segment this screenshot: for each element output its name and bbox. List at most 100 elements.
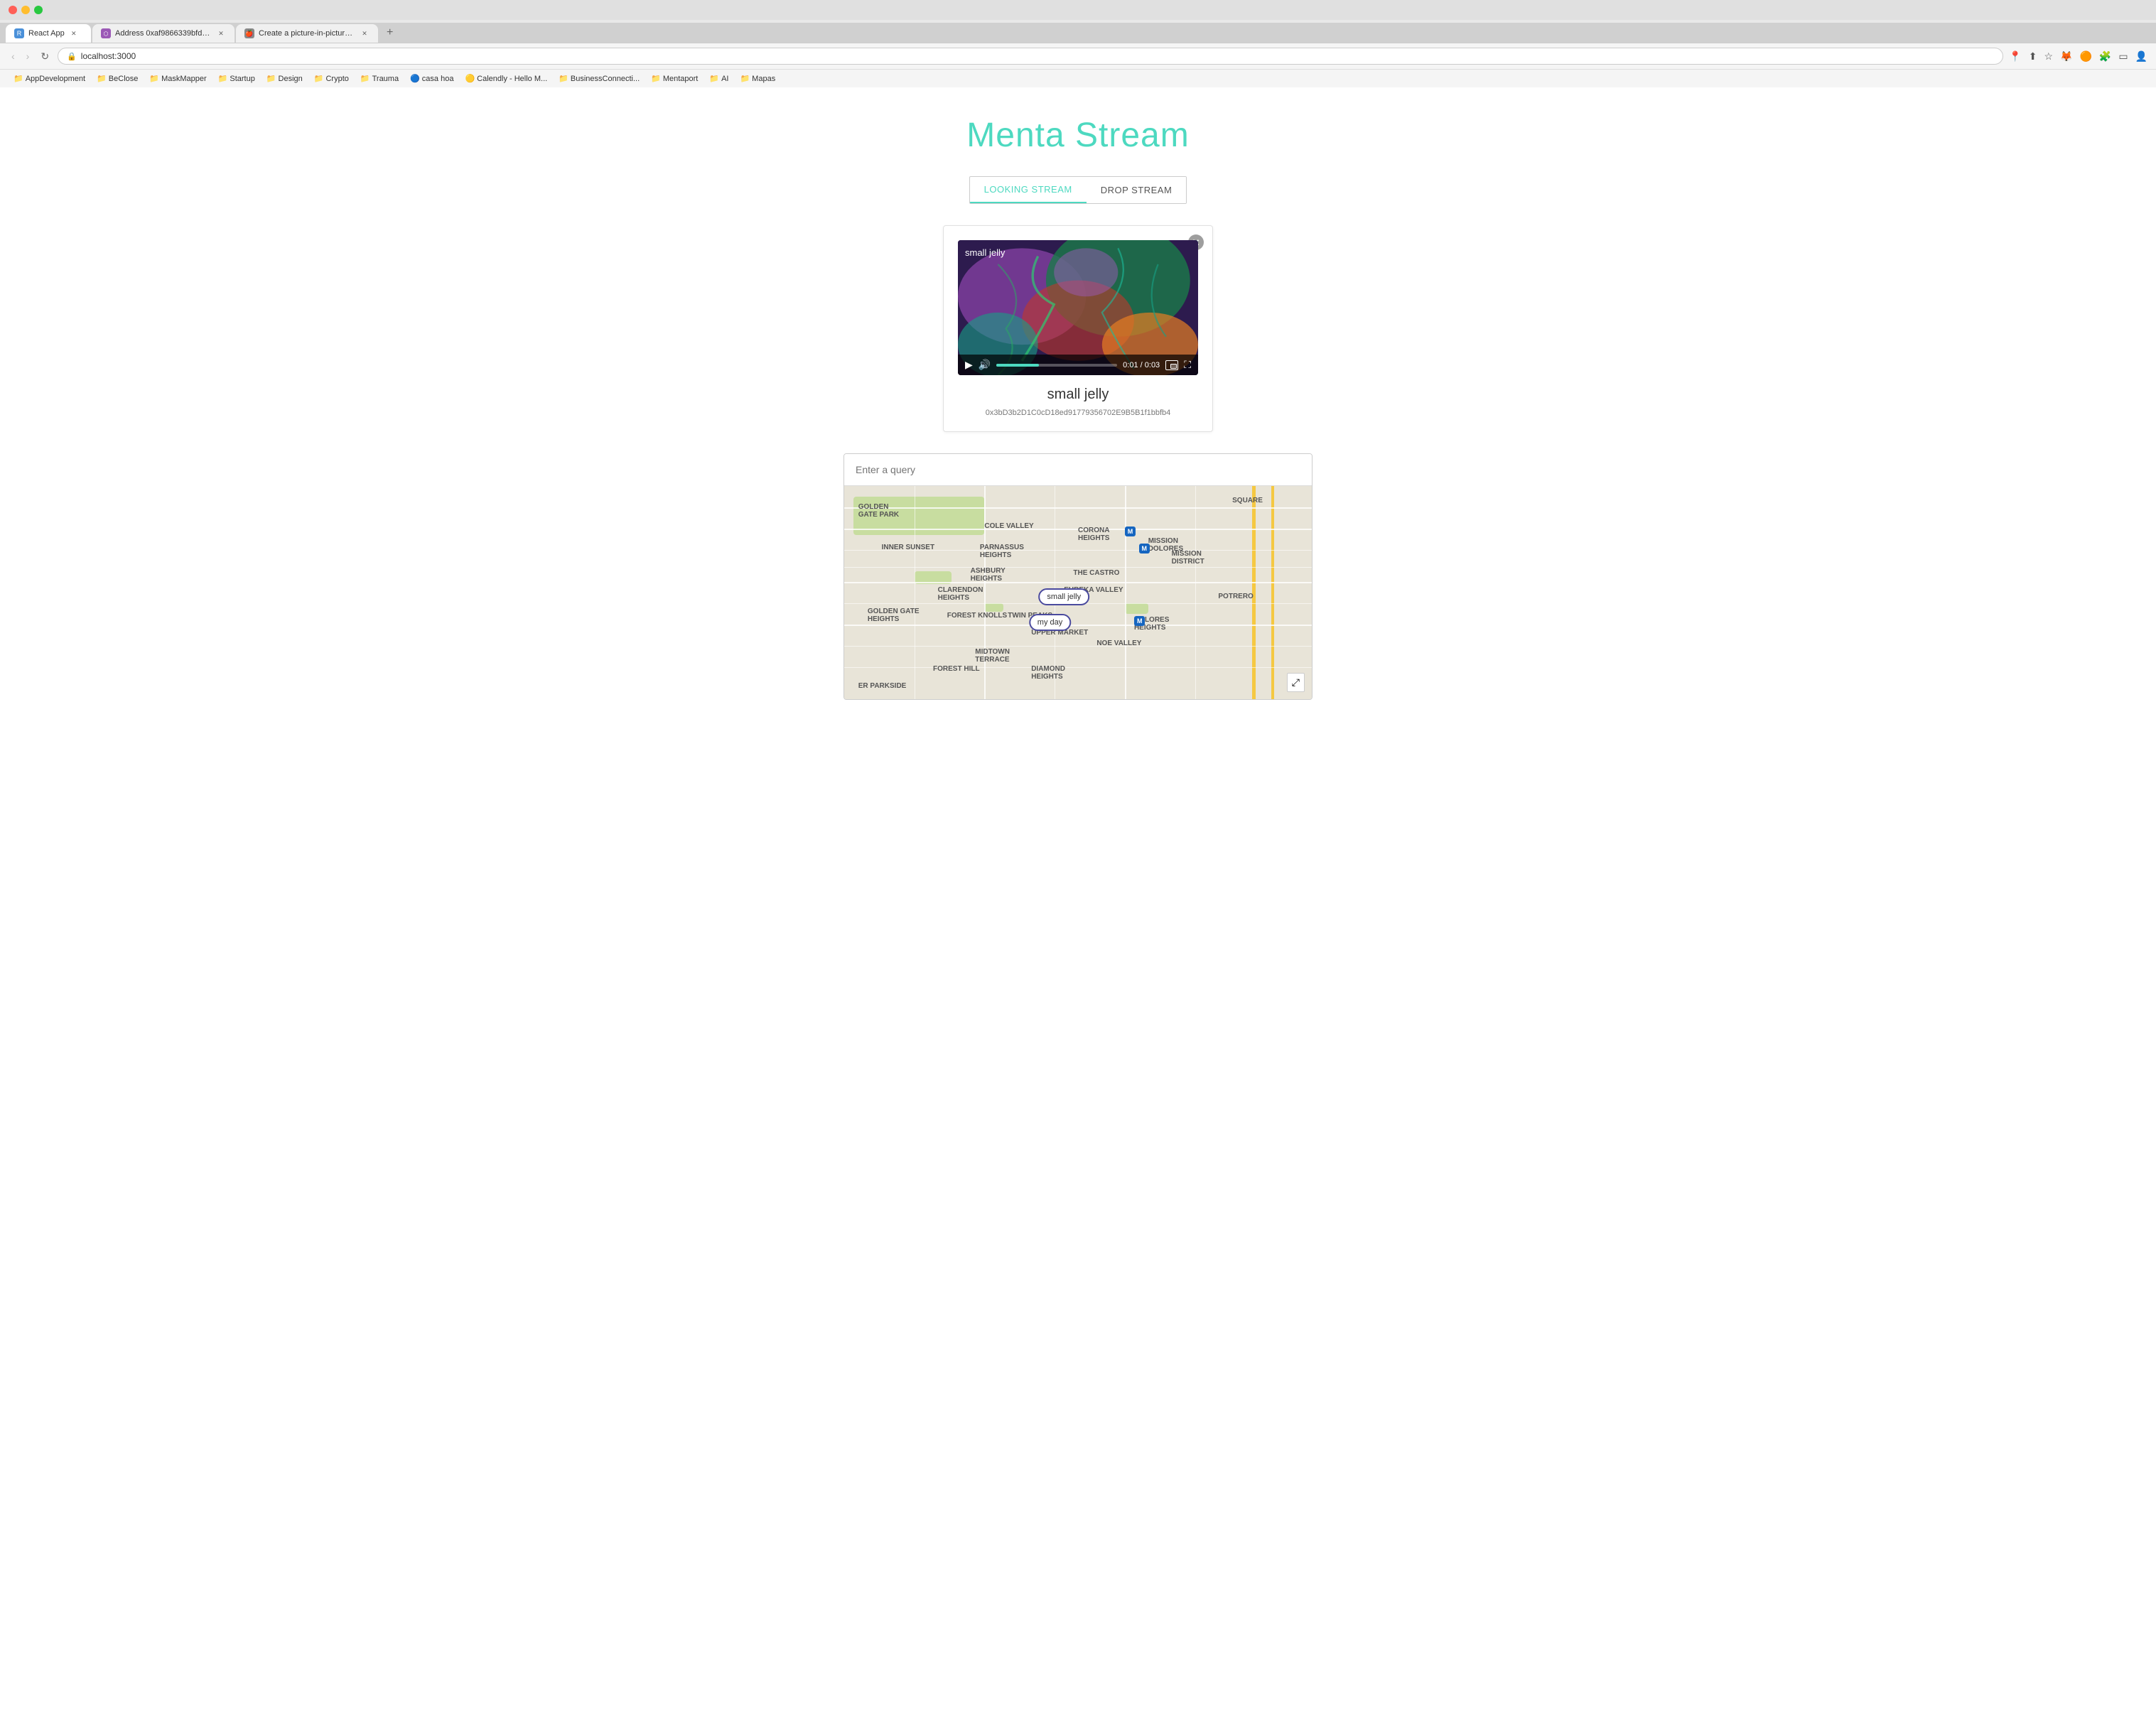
folder-icon: 📁 xyxy=(97,74,107,83)
map-label-ashbury: ASHBURYHEIGHTS xyxy=(971,567,1006,583)
bookmark-design[interactable]: 📁 Design xyxy=(262,72,308,85)
map-container: GOLDENGATE PARK COLE VALLEY CORONAHEIGHT… xyxy=(844,486,1312,699)
bookmark-label: casa hoa xyxy=(422,75,454,83)
map-label-cole: COLE VALLEY xyxy=(984,522,1033,530)
extension-icon3[interactable]: 🧩 xyxy=(2099,50,2111,63)
map-label-square: SQUARE xyxy=(1232,497,1263,504)
metro-m1: M xyxy=(1125,526,1136,536)
location-label-wrapper: Location xyxy=(844,454,1312,486)
bookmark-crypto[interactable]: 📁 Crypto xyxy=(309,72,354,85)
traffic-light-red[interactable] xyxy=(9,6,17,14)
bookmark-label: Calendly - Hello M... xyxy=(477,75,547,83)
url-lock-icon: 🔒 xyxy=(67,52,77,61)
marker-small-jelly[interactable]: small jelly xyxy=(1038,588,1089,605)
sidebar-icon[interactable]: ▭ xyxy=(2118,50,2128,63)
url-bar[interactable]: 🔒 localhost:3000 xyxy=(58,48,2003,65)
traffic-light-yellow[interactable] xyxy=(21,6,30,14)
stream-name: small jelly xyxy=(958,387,1198,403)
play-button[interactable]: ▶ xyxy=(965,359,973,371)
marker-my-day[interactable]: my day xyxy=(1029,614,1071,631)
new-tab-button[interactable]: + xyxy=(379,23,400,43)
fullscreen-button[interactable]: ⛶ xyxy=(1184,359,1191,371)
tab-pip[interactable]: 🍎 Create a picture-in-picture effe... ✕ xyxy=(236,24,378,43)
toolbar-icons: 📍 ⬆ ☆ 🦊 🟠 🧩 ▭ 👤 xyxy=(2009,50,2147,63)
bookmarks-bar: 📁 AppDevelopment 📁 BeClose 📁 MaskMapper … xyxy=(0,69,2156,87)
map-fullscreen-button[interactable]: ⤢ xyxy=(1287,673,1305,692)
bookmark-appdevelopment[interactable]: 📁 AppDevelopment xyxy=(9,72,90,85)
bookmark-label: Mentaport xyxy=(663,75,699,83)
traffic-light-green[interactable] xyxy=(34,6,43,14)
map-label-potrero: POTRERO xyxy=(1218,593,1253,600)
tab-icon-react: R xyxy=(14,28,24,38)
profile-icon[interactable]: 👤 xyxy=(2135,50,2147,63)
tab-close-react[interactable]: ✕ xyxy=(69,28,79,38)
traffic-lights xyxy=(9,6,43,14)
folder-icon: 📁 xyxy=(559,74,568,83)
star-icon[interactable]: ☆ xyxy=(2044,50,2053,63)
bookmark-trauma[interactable]: 📁 Trauma xyxy=(355,72,404,85)
location-label: Location xyxy=(853,453,888,455)
tab-looking-stream[interactable]: LOOKING STREAM xyxy=(970,177,1087,203)
folder-icon: 📁 xyxy=(651,74,661,83)
share-icon[interactable]: ⬆ xyxy=(2029,50,2037,63)
url-text: localhost:3000 xyxy=(81,51,136,61)
location-input[interactable] xyxy=(844,454,1312,486)
extension-icon1[interactable]: 🦊 xyxy=(2060,50,2072,63)
map-label-inner-sunset: INNER SUNSET xyxy=(882,544,934,551)
tab-icon-address: ⬡ xyxy=(101,28,111,38)
map-label-parnassus: PARNASSUSHEIGHTS xyxy=(980,544,1024,559)
back-button[interactable]: ‹ xyxy=(9,49,18,63)
pip-button[interactable] xyxy=(1165,360,1178,370)
tab-label-pip: Create a picture-in-picture effe... xyxy=(259,29,355,38)
tabs-bar: R React App ✕ ⬡ Address 0xaf9866339bfd75… xyxy=(0,23,2156,43)
bookmark-maskmapper[interactable]: 📁 MaskMapper xyxy=(144,72,211,85)
bookmark-mapas[interactable]: 📁 Mapas xyxy=(735,72,780,85)
folder-icon: 📁 xyxy=(314,74,324,83)
video-progress-bar[interactable] xyxy=(996,364,1117,367)
map-label-mission-district: MISSIONDISTRICT xyxy=(1172,550,1204,566)
tab-drop-stream[interactable]: DROP STREAM xyxy=(1087,177,1187,203)
bookmark-label: BeClose xyxy=(109,75,139,83)
map-label-forest-knolls: FOREST KNOLLS xyxy=(947,612,1007,620)
bookmark-businessconnect[interactable]: 📁 BusinessConnecti... xyxy=(554,72,645,85)
volume-button[interactable]: 🔊 xyxy=(979,359,991,371)
tab-icon-pip: 🍎 xyxy=(244,28,254,38)
tab-react-app[interactable]: R React App ✕ xyxy=(6,24,91,43)
bookmark-casahoa[interactable]: 🔵 casa hoa xyxy=(405,72,458,85)
bookmark-label: AppDevelopment xyxy=(26,75,85,83)
bookmark-label: AI xyxy=(721,75,728,83)
bookmark-label: Design xyxy=(279,75,303,83)
metro-m3: M xyxy=(1134,616,1146,626)
tab-close-address[interactable]: ✕ xyxy=(216,28,226,38)
small-park-2 xyxy=(984,603,1003,612)
bookmark-mentaport[interactable]: 📁 Mentaport xyxy=(646,72,703,85)
extension-icon2[interactable]: 🟠 xyxy=(2079,50,2091,63)
folder-icon: 📁 xyxy=(709,74,719,83)
tab-address[interactable]: ⬡ Address 0xaf9866339bfd75c... ✕ xyxy=(92,24,235,43)
bookmark-label: BusinessConnecti... xyxy=(571,75,640,83)
map-label-ggp: GOLDENGATE PARK xyxy=(858,503,899,519)
map-label-castro: THE CASTRO xyxy=(1073,569,1119,577)
map-label-er-parkside: ER PARKSIDE xyxy=(858,682,907,690)
road-v5 xyxy=(1195,486,1196,699)
bookmark-label: Mapas xyxy=(752,75,775,83)
video-controls: ▶ 🔊 0:01 / 0:03 ⛶ xyxy=(958,355,1198,375)
video-player: small jelly ▶ 🔊 0:01 / 0:03 ⛶ xyxy=(958,240,1198,375)
bookmark-calendly[interactable]: 🟡 Calendly - Hello M... xyxy=(460,72,552,85)
forward-button[interactable]: › xyxy=(23,49,33,63)
stream-card: ✕ xyxy=(943,225,1213,432)
location-icon[interactable]: 📍 xyxy=(2009,50,2021,63)
map-label-forest-hill: FOREST HILL xyxy=(933,665,980,673)
bookmark-ai[interactable]: 📁 AI xyxy=(704,72,733,85)
map-label-clarendon: CLARENDONHEIGHTS xyxy=(938,586,983,602)
reload-button[interactable]: ↻ xyxy=(38,49,52,64)
bookmark-label: MaskMapper xyxy=(161,75,207,83)
map-label-noe-valley: NOE VALLEY xyxy=(1096,639,1141,647)
tab-close-pip[interactable]: ✕ xyxy=(360,28,370,38)
bookmark-beclose[interactable]: 📁 BeClose xyxy=(92,72,143,85)
video-time: 0:01 / 0:03 xyxy=(1123,361,1160,369)
page-title: Menta Stream xyxy=(0,87,2156,176)
bookmark-startup[interactable]: 📁 Startup xyxy=(213,72,260,85)
video-label: small jelly xyxy=(965,247,1005,258)
folder-icon: 📁 xyxy=(740,74,750,83)
